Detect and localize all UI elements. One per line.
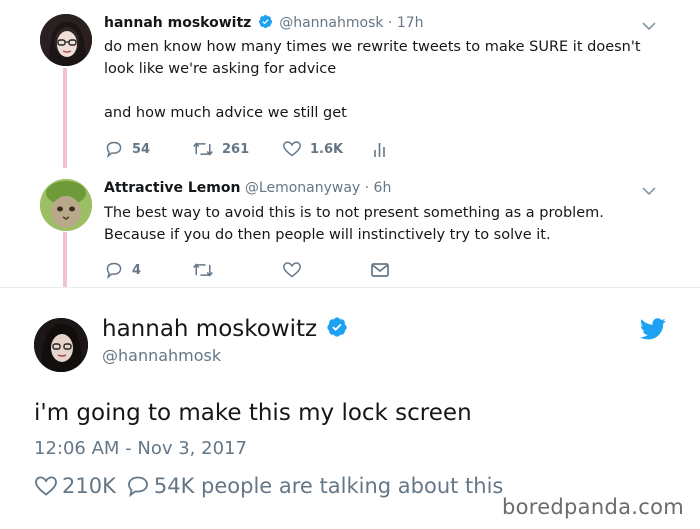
like-icon — [35, 476, 57, 496]
chevron-down-icon[interactable] — [642, 16, 656, 35]
analytics-icon — [374, 143, 385, 157]
reply-icon — [106, 262, 122, 279]
verified-icon — [258, 14, 273, 33]
embedded-tweet-text: i'm going to make this my lock screen — [34, 400, 472, 426]
handle-and-time[interactable]: @Lemonanyway · 6h — [245, 180, 391, 196]
tweet-actions: 54 261 1.6K — [104, 138, 425, 160]
avatar[interactable] — [40, 14, 92, 66]
thread-connector-line — [63, 232, 67, 287]
retweet-button[interactable]: 261 — [192, 140, 252, 158]
display-name[interactable]: Attractive Lemon — [104, 180, 240, 196]
like-button[interactable] — [282, 261, 340, 279]
retweet-icon — [193, 263, 213, 277]
message-icon — [371, 263, 389, 277]
section-divider — [0, 287, 700, 288]
handle-and-time[interactable]: @hannahmosk · 17h — [279, 15, 423, 31]
replies-link[interactable]: 54K people are talking about this — [126, 474, 504, 498]
like-count: 1.6K — [310, 141, 344, 157]
tweet-header: hannah moskowitz @hannahmosk · 17h — [104, 14, 424, 33]
reply-icon — [127, 476, 148, 497]
tweet-text-continued: and how much advice we still get — [104, 105, 347, 121]
direct-message-button[interactable] — [370, 262, 398, 278]
like-button[interactable]: 210K — [34, 474, 116, 498]
avatar-image — [34, 318, 88, 372]
like-icon — [283, 141, 301, 157]
like-count: 210K — [62, 474, 116, 498]
like-button[interactable]: 1.6K — [282, 140, 343, 158]
display-name[interactable]: hannah moskowitz — [102, 316, 350, 344]
retweet-button[interactable] — [192, 261, 252, 279]
retweet-icon — [193, 142, 213, 156]
verified-icon — [326, 316, 348, 344]
chevron-down-icon[interactable] — [642, 181, 656, 200]
twitter-bird-icon[interactable] — [639, 318, 666, 344]
timestamp[interactable]: 12:06 AM - Nov 3, 2017 — [34, 438, 247, 459]
avatar-image — [40, 179, 92, 231]
conversation-thread: hannah moskowitz @hannahmosk · 17h do me… — [0, 0, 700, 287]
handle[interactable]: @hannahmosk — [102, 346, 350, 365]
reply-count: 54 — [132, 141, 151, 157]
analytics-button[interactable] — [373, 140, 395, 158]
display-name[interactable]: hannah moskowitz — [104, 15, 251, 31]
embedded-tweet-actions: 210K 54K people are talking about this — [34, 474, 503, 498]
like-icon — [283, 262, 301, 278]
watermark: boredpanda.com — [501, 495, 684, 519]
embedded-tweet-header: hannah moskowitz @hannahmosk — [102, 316, 350, 365]
retweet-count: 261 — [222, 141, 250, 157]
reply-icon — [106, 141, 122, 158]
reply-button[interactable]: 54 — [104, 140, 162, 158]
avatar-image — [40, 14, 92, 66]
tweet-actions: 4 — [104, 259, 428, 281]
tweet-text: The best way to avoid this is to not pre… — [104, 205, 604, 243]
thread-connector-line — [63, 68, 67, 168]
replies-text: 54K people are talking about this — [153, 474, 504, 498]
tweet-text: do men know how many times we rewrite tw… — [104, 39, 641, 77]
reply-count: 4 — [132, 262, 142, 278]
tweet-header: Attractive Lemon @Lemonanyway · 6h — [104, 180, 391, 196]
avatar[interactable] — [40, 179, 92, 231]
avatar[interactable] — [34, 318, 88, 372]
reply-button[interactable]: 4 — [104, 261, 162, 279]
